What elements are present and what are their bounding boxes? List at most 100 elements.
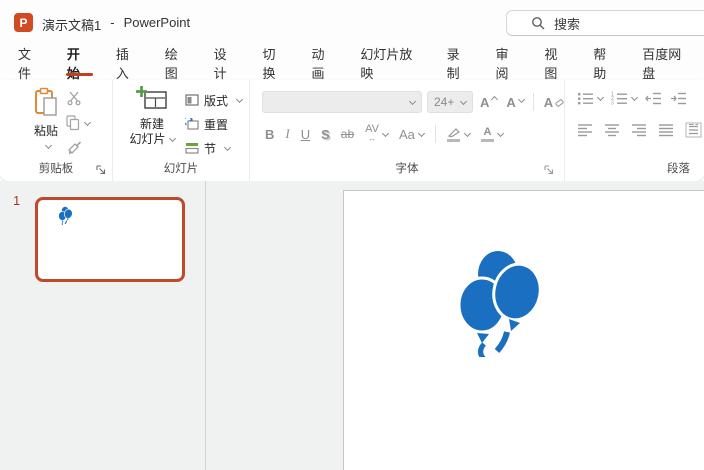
justify-button[interactable] bbox=[658, 123, 674, 137]
cut-icon bbox=[67, 91, 81, 106]
tab-insert[interactable]: 插入 bbox=[104, 45, 153, 81]
font-size-chevron-icon bbox=[459, 97, 468, 105]
svg-text:3: 3 bbox=[611, 101, 614, 106]
decrease-indent-button[interactable] bbox=[645, 91, 662, 106]
section-label: 节 bbox=[204, 141, 217, 156]
font-name-chevron-icon bbox=[408, 97, 417, 105]
layout-label: 版式 bbox=[204, 93, 229, 108]
font-color-chevron-icon bbox=[496, 129, 504, 137]
format-painter-button[interactable] bbox=[66, 139, 90, 157]
paragraph-row1: 1 2 3 bbox=[577, 91, 687, 106]
tab-transitions[interactable]: 切换 bbox=[251, 45, 300, 81]
grow-font-caret-icon bbox=[491, 95, 499, 103]
slides-group: 新建 幻灯片 版式 重置 节 幻灯片 bbox=[113, 80, 250, 181]
change-case-chevron-icon bbox=[417, 129, 425, 137]
balloons-image[interactable] bbox=[456, 247, 544, 357]
text-highlight-button[interactable] bbox=[447, 127, 471, 142]
font-size-value: 24+ bbox=[434, 95, 455, 109]
document-title: 演示文稿1 bbox=[42, 18, 102, 33]
bullets-icon bbox=[578, 93, 593, 105]
slides-group-label: 幻灯片 bbox=[163, 163, 199, 175]
paragraph-group-label: 段落 bbox=[667, 163, 690, 175]
clipboard-group: 粘贴 剪贴板 bbox=[0, 80, 113, 181]
align-center-button[interactable] bbox=[604, 123, 620, 137]
paragraph-group: 1 2 3 段落 bbox=[565, 80, 704, 181]
divider bbox=[532, 93, 534, 111]
tab-slideshow[interactable]: 幻灯片放映 bbox=[348, 45, 434, 81]
reset-icon bbox=[185, 118, 199, 130]
new-slide-button[interactable]: 新建 幻灯片 bbox=[121, 86, 183, 147]
line-spacing-button[interactable] bbox=[685, 122, 702, 138]
ribbon-tab-bar: 文件 开始 插入 绘图 设计 切换 动画 幻灯片放映 录制 审阅 视图 帮助 百… bbox=[0, 45, 704, 81]
bullets-chevron-icon bbox=[596, 93, 605, 102]
tab-home[interactable]: 开始 bbox=[55, 45, 104, 81]
character-spacing-button[interactable]: AV ↔ bbox=[365, 124, 390, 143]
strikethrough-button[interactable]: ab bbox=[341, 127, 354, 141]
reset-label: 重置 bbox=[204, 117, 229, 132]
font-group-label: 字体 bbox=[395, 163, 419, 175]
search-label: 搜索 bbox=[554, 16, 581, 32]
font-size-combo[interactable]: 24+ bbox=[427, 91, 473, 113]
paragraph-row2 bbox=[577, 121, 704, 139]
grow-font-button[interactable]: A bbox=[480, 95, 499, 110]
new-slide-label-line1: 新建 bbox=[139, 117, 164, 131]
increase-indent-button[interactable] bbox=[670, 91, 687, 106]
slide-thumbnail-1[interactable] bbox=[35, 197, 185, 282]
layout-icon bbox=[185, 94, 199, 106]
layout-button[interactable]: 版式 bbox=[185, 88, 244, 112]
section-icon bbox=[185, 143, 199, 154]
cut-button[interactable] bbox=[66, 89, 90, 107]
copy-icon bbox=[66, 115, 80, 131]
tab-help[interactable]: 帮助 bbox=[581, 45, 630, 81]
numbering-button[interactable]: 1 2 3 bbox=[611, 91, 639, 106]
new-slide-chevron-icon bbox=[168, 134, 176, 143]
tab-review[interactable]: 审阅 bbox=[483, 45, 532, 81]
title-separator: - bbox=[110, 15, 115, 30]
tab-design[interactable]: 设计 bbox=[202, 45, 251, 81]
clipboard-dialog-launcher[interactable] bbox=[96, 165, 106, 175]
align-left-button[interactable] bbox=[577, 123, 593, 137]
text-shadow-button[interactable]: S bbox=[321, 127, 330, 142]
section-button[interactable]: 节 bbox=[185, 136, 242, 160]
font-group: 24+ A A A B I U S ab AV ↔ Aa A 字体 bbox=[250, 80, 565, 181]
italic-button[interactable]: I bbox=[285, 126, 289, 142]
divider bbox=[434, 125, 436, 143]
window-title: 演示文稿1 - PowerPoint bbox=[42, 15, 190, 34]
highlighter-icon bbox=[447, 127, 460, 137]
font-color-button[interactable]: A bbox=[480, 126, 504, 142]
clear-formatting-button[interactable]: A bbox=[544, 95, 564, 110]
slide-number: 1 bbox=[13, 193, 21, 208]
pane-divider[interactable] bbox=[205, 181, 206, 470]
title-bar: P 演示文稿1 - PowerPoint 搜索 bbox=[0, 0, 704, 45]
shrink-font-button[interactable]: A bbox=[506, 95, 525, 110]
tab-animations[interactable]: 动画 bbox=[299, 45, 348, 81]
numbering-chevron-icon bbox=[630, 93, 639, 102]
reset-button[interactable]: 重置 bbox=[185, 112, 242, 136]
paste-dropdown-chevron-icon bbox=[44, 141, 52, 150]
numbering-icon: 1 2 3 bbox=[611, 92, 627, 106]
font-name-combo[interactable] bbox=[262, 91, 422, 113]
copy-button[interactable] bbox=[66, 114, 92, 132]
underline-button[interactable]: U bbox=[301, 127, 310, 142]
highlight-color-bar bbox=[447, 138, 461, 142]
bullets-button[interactable] bbox=[577, 91, 605, 106]
slide-canvas[interactable] bbox=[343, 190, 704, 470]
format-painter-icon bbox=[68, 141, 82, 155]
align-right-button[interactable] bbox=[631, 123, 647, 137]
tab-record[interactable]: 录制 bbox=[435, 45, 484, 81]
tab-file[interactable]: 文件 bbox=[6, 45, 55, 81]
powerpoint-app-icon: P bbox=[14, 13, 33, 32]
bold-button[interactable]: B bbox=[265, 127, 274, 142]
font-size-buttons: A A A bbox=[480, 91, 564, 113]
change-case-button[interactable]: Aa bbox=[399, 127, 425, 142]
font-format-buttons: B I U S ab AV ↔ Aa A bbox=[265, 122, 504, 146]
slides-small-buttons: 版式 重置 节 bbox=[185, 88, 244, 160]
font-dialog-launcher[interactable] bbox=[544, 165, 554, 175]
app-name: PowerPoint bbox=[123, 15, 191, 30]
search-box[interactable]: 搜索 bbox=[506, 10, 704, 36]
thumbnail-balloons-image bbox=[58, 206, 73, 225]
tab-baidu-netdisk[interactable]: 百度网盘 bbox=[630, 45, 704, 81]
tab-draw[interactable]: 绘图 bbox=[153, 45, 202, 81]
tab-view[interactable]: 视图 bbox=[532, 45, 581, 81]
new-slide-label-line2: 幻灯片 bbox=[129, 132, 166, 146]
